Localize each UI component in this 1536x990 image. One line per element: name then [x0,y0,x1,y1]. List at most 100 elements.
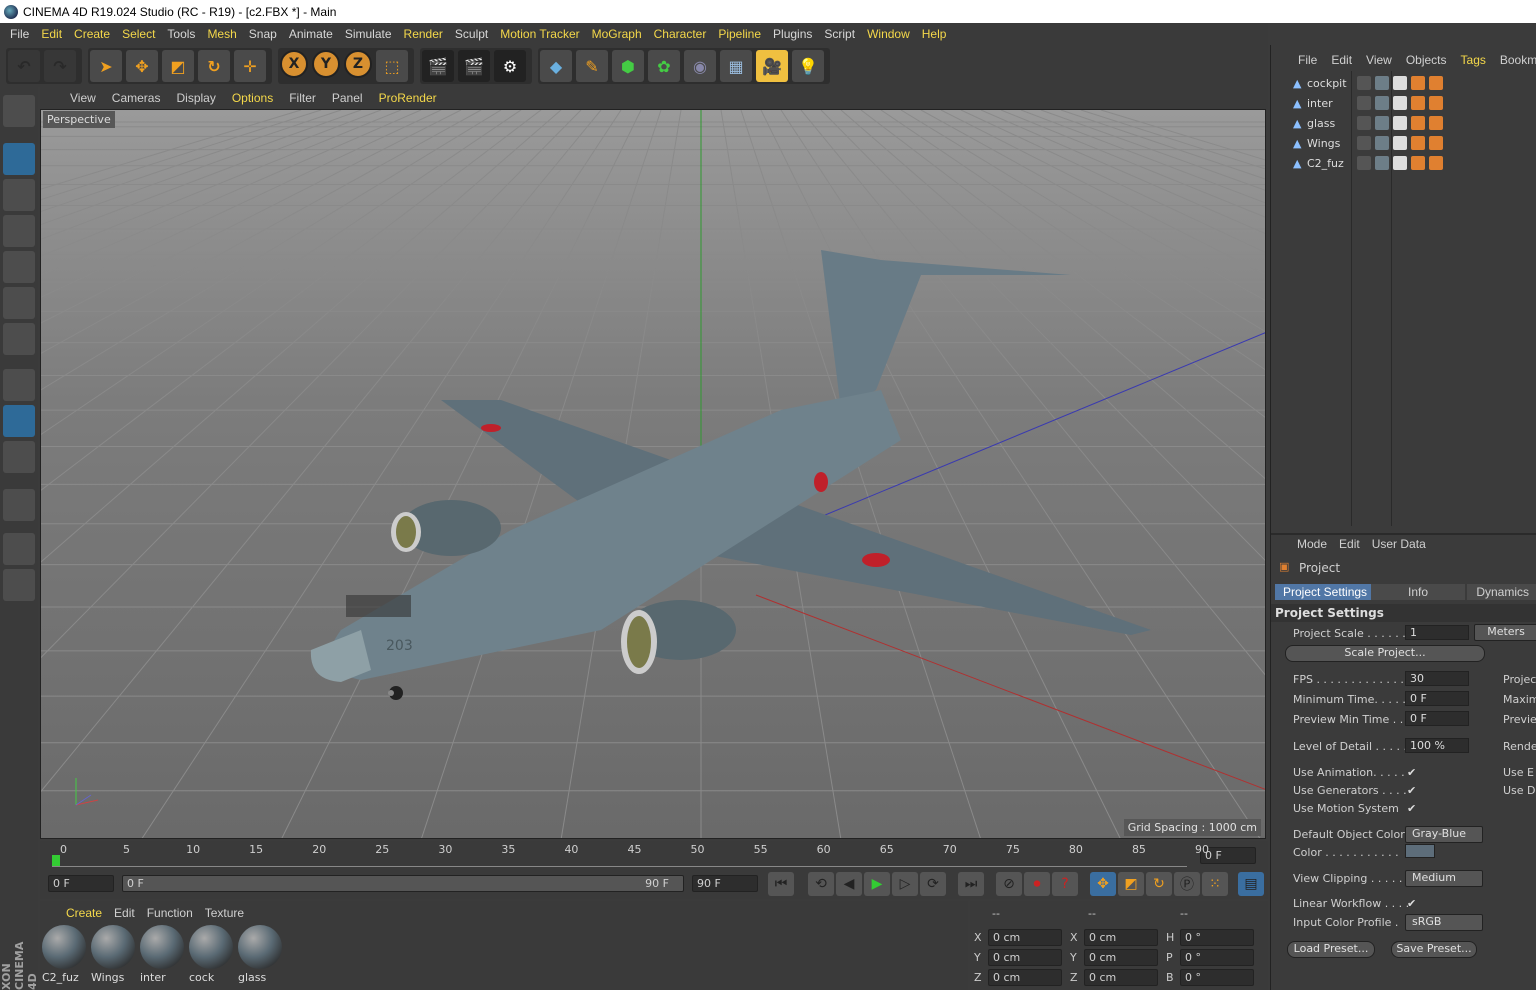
go-to-start-button[interactable]: ⏮ [768,872,794,896]
tab-project-settings[interactable]: Project Settings [1275,584,1376,600]
subdivision-surface-button[interactable]: ⬢ [612,50,644,82]
material-menu-texture[interactable]: Texture [199,906,250,920]
coordinate-field[interactable]: 0 cm [1084,949,1158,966]
pen-spline-button[interactable]: ✎ [576,50,608,82]
coordinate-field[interactable]: 0 cm [988,949,1062,966]
object-row[interactable]: ▲ C2_fuz [1275,153,1535,173]
rotate-tool-button[interactable]: ↻ [198,50,230,82]
uvw-tag-icon[interactable] [1393,76,1407,90]
texture-tag-icon[interactable] [1375,96,1389,110]
menu-render[interactable]: Render [398,27,449,41]
move-tool-button[interactable]: ✥ [126,50,158,82]
texture-tag-icon[interactable] [1375,76,1389,90]
menu-create[interactable]: Create [68,27,116,41]
coordinate-field[interactable]: 0 cm [1084,929,1158,946]
object-name[interactable]: C2_fuz [1295,157,1344,170]
viewport-menu-panel[interactable]: Panel [324,91,371,105]
material-menu-function[interactable]: Function [141,906,199,920]
menu-pipeline[interactable]: Pipeline [712,27,767,41]
points-mode-button[interactable] [3,251,35,283]
coordinate-field[interactable]: 0 ° [1180,929,1254,946]
uvw-tag-icon[interactable] [1393,116,1407,130]
coordinate-field[interactable]: 0 cm [988,969,1062,986]
autokeying-button[interactable]: ⏺ [1024,872,1050,896]
uvw-tag-icon[interactable] [1393,136,1407,150]
use-generators-checkbox[interactable]: ✔ [1407,784,1419,797]
preview-range-slider[interactable]: 0 F 90 F [122,875,684,892]
use-motion-system-checkbox[interactable]: ✔ [1407,802,1419,815]
previous-frame-button[interactable]: ◀ [836,872,862,896]
light-button[interactable]: 💡 [792,50,824,82]
record-active-objects-button[interactable]: ⊘ [996,872,1022,896]
menu-file[interactable]: File [4,27,35,41]
recent-tool-button[interactable]: ✛ [234,50,266,82]
phong-tag-icon[interactable] [1429,116,1443,130]
texture-tag-icon[interactable] [1375,136,1389,150]
menu-motion-tracker[interactable]: Motion Tracker [494,27,585,41]
render-picture-viewer-button[interactable]: 🎬 [458,50,490,82]
material-swatch[interactable]: C2_fuz [42,925,88,984]
object-name[interactable]: glass [1295,117,1335,130]
viewport-menu-prorender[interactable]: ProRender [371,91,445,105]
viewport-menu-options[interactable]: Options [224,91,281,105]
coordinate-system-button[interactable]: ⬚ [376,50,408,82]
menu-edit[interactable]: Edit [35,27,68,41]
axis-mode-button[interactable] [3,369,35,401]
material-swatch[interactable]: cock [189,925,235,984]
texture-tag-icon[interactable] [1375,116,1389,130]
attribute-menu-user-data[interactable]: User Data [1366,537,1432,551]
menu-window[interactable]: Window [861,27,916,41]
menu-select[interactable]: Select [116,27,161,41]
uvw-tag-icon[interactable] [1393,96,1407,110]
visibility-toggle-icon[interactable] [1357,116,1371,130]
record-rotation-button[interactable]: ↻ [1146,872,1172,896]
planar-workplane-button[interactable] [3,569,35,601]
object-name[interactable]: cockpit [1295,77,1347,90]
visibility-toggle-icon[interactable] [1357,96,1371,110]
menu-script[interactable]: Script [818,27,861,41]
next-frame-button[interactable]: ▷ [892,872,918,896]
level-of-detail-field[interactable]: 100 % [1405,738,1469,753]
edges-mode-button[interactable] [3,287,35,319]
project-scale-field[interactable]: 1 [1405,625,1469,640]
x-axis-lock-button[interactable]: X [280,50,308,78]
save-preset-button[interactable]: Save Preset... [1391,941,1477,958]
visibility-toggle-icon[interactable] [1357,136,1371,150]
live-selection-tool-button[interactable]: ➤ [90,50,122,82]
visibility-toggle-icon[interactable] [1357,156,1371,170]
menu-tools[interactable]: Tools [161,27,201,41]
coordinate-field[interactable]: 0 ° [1180,949,1254,966]
coordinate-field[interactable]: 0 cm [988,929,1062,946]
redo-button[interactable]: ↷ [44,50,76,82]
material-tag-icon[interactable] [1411,156,1425,170]
phong-tag-icon[interactable] [1429,136,1443,150]
locked-workplane-button[interactable] [3,533,35,565]
object-name[interactable]: Wings [1295,137,1340,150]
menu-mesh[interactable]: Mesh [201,27,242,41]
visibility-toggle-icon[interactable] [1357,76,1371,90]
linear-workflow-checkbox[interactable]: ✔ [1407,897,1419,910]
phong-tag-icon[interactable] [1429,156,1443,170]
viewport-menu-view[interactable]: View [62,91,104,105]
menu-sculpt[interactable]: Sculpt [449,27,494,41]
default-object-color-dropdown[interactable]: Gray-Blue [1405,826,1483,843]
material-menu-edit[interactable]: Edit [108,906,141,920]
menu-mograph[interactable]: MoGraph [586,27,648,41]
record-scale-button[interactable]: ◩ [1118,872,1144,896]
object-menu-view[interactable]: View [1359,53,1399,67]
viewport-menu-cameras[interactable]: Cameras [104,91,169,105]
make-editable-button[interactable] [3,95,35,127]
tab-info[interactable]: Info [1371,584,1465,600]
play-forward-button[interactable]: ▶ [864,872,890,896]
project-scale-unit-dropdown[interactable]: Meters [1474,624,1536,641]
material-tag-icon[interactable] [1411,136,1425,150]
view-clipping-dropdown[interactable]: Medium [1405,870,1483,887]
model-mode-button[interactable] [3,143,35,175]
go-to-end-button[interactable]: ⏭ [958,872,984,896]
render-view-button[interactable]: 🎬 [422,50,454,82]
camera-button[interactable]: 🎥 [756,50,788,82]
material-swatch[interactable]: glass [238,925,284,984]
object-name[interactable]: inter [1295,97,1333,110]
color-swatch[interactable] [1405,844,1435,858]
end-frame-field[interactable]: 90 F [692,875,758,892]
